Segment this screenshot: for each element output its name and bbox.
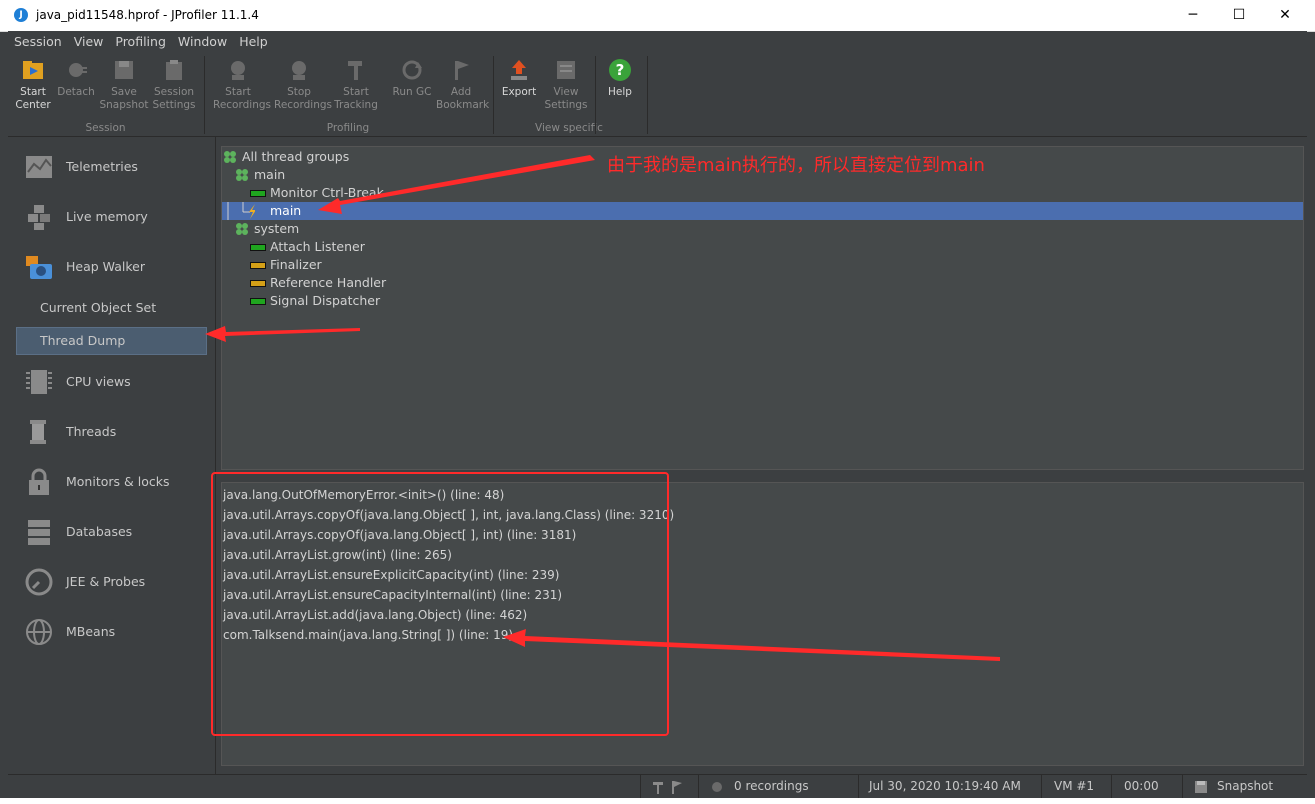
save-snapshot-button[interactable]: Save Snapshot	[99, 56, 149, 112]
split-pane-divider[interactable]	[221, 472, 1303, 480]
toolbar-separator	[204, 56, 205, 134]
cpu-chip-icon	[26, 370, 52, 394]
bookmark-icon	[455, 61, 469, 80]
status-separator	[640, 775, 641, 799]
sidebar-item-telemetries[interactable]: Telemetries	[8, 144, 215, 190]
session-settings-button[interactable]: Session Settings	[149, 56, 199, 112]
sidebar-item-mbeans[interactable]: MBeans	[8, 609, 215, 655]
start-tracking-button[interactable]: Start Tracking	[331, 56, 381, 112]
tree-node-main-thread[interactable]: main	[222, 202, 1303, 220]
view-settings-button[interactable]: View Settings	[541, 56, 591, 112]
thread-group-icon	[224, 151, 236, 163]
toolbar-separator	[647, 56, 648, 134]
thread-running-icon	[250, 298, 266, 305]
minimize-button[interactable]: ─	[1170, 0, 1216, 31]
detach-button[interactable]: Detach	[51, 56, 101, 99]
menu-window[interactable]: Window	[172, 31, 233, 49]
menu-bar: Session View Profiling Window Help	[8, 31, 1307, 52]
sidebar-item-current-object-set[interactable]: Current Object Set	[16, 295, 205, 321]
annotation-note: 由于我的是main执行的，所以直接定位到main	[607, 155, 985, 176]
status-separator	[1182, 775, 1183, 799]
elapsed-time: 00:00	[1124, 779, 1159, 793]
tree-connector-lightning-icon	[227, 202, 255, 220]
tree-node-monitor-ctrl-break[interactable]: Monitor Ctrl-Break	[222, 184, 1303, 202]
status-bar: 0 recordings Jul 30, 2020 10:19:40 AM VM…	[8, 774, 1307, 799]
toolbar-group-profiling: Profiling	[326, 122, 370, 134]
thread-running-icon	[250, 190, 266, 197]
tree-node-system-group[interactable]: system	[222, 220, 1303, 238]
export-button[interactable]: Export	[494, 56, 544, 99]
status-separator	[858, 775, 859, 799]
thread-waiting-icon	[250, 262, 266, 269]
sidebar-item-thread-dump[interactable]: Thread Dump	[16, 327, 207, 355]
toolbar: Start Center Detach Save Snapshot Session S…	[8, 52, 1307, 137]
view-settings-icon	[557, 61, 575, 79]
export-icon	[511, 60, 527, 80]
status-separator	[698, 775, 699, 799]
status-separator	[1041, 775, 1042, 799]
tree-node-signal-dispatcher[interactable]: Signal Dispatcher	[222, 292, 1303, 310]
database-icon	[28, 520, 50, 545]
recordings-count: 0 recordings	[734, 779, 809, 793]
menu-session[interactable]: Session	[8, 31, 68, 49]
thread-waiting-icon	[250, 280, 266, 287]
tracking-bookmark-status-icon	[653, 781, 682, 794]
svg-text:?: ?	[616, 61, 625, 79]
threads-spool-icon	[30, 420, 46, 444]
sidebar-item-cpu-views[interactable]: CPU views	[8, 359, 215, 405]
sidebar-item-databases[interactable]: Databases	[8, 509, 215, 555]
run-gc-button[interactable]: Run GC	[387, 56, 437, 99]
start-center-icon	[23, 61, 43, 79]
maximize-button[interactable]: ☐	[1216, 0, 1262, 31]
snapshot-icon	[1195, 781, 1207, 793]
start-recordings-icon	[231, 61, 245, 80]
tree-node-reference-handler[interactable]: Reference Handler	[222, 274, 1303, 292]
sidebar-item-threads[interactable]: Threads	[8, 409, 215, 455]
lock-icon	[29, 468, 49, 495]
toolbar-group-session: Session	[85, 122, 126, 134]
tree-node-finalizer[interactable]: Finalizer	[222, 256, 1303, 274]
menu-view[interactable]: View	[68, 31, 110, 49]
thread-tree-panel: All thread groups main Monitor Ctrl-Brea…	[221, 146, 1304, 470]
desktop-background-strip	[0, 798, 1315, 804]
gauge-icon	[25, 568, 53, 596]
jprofiler-app-icon: J	[14, 8, 28, 22]
live-memory-icon	[28, 205, 50, 230]
sidebar-item-monitors-locks[interactable]: Monitors & locks	[8, 459, 215, 505]
sidebar-item-live-memory[interactable]: Live memory	[8, 194, 215, 240]
sidebar-item-jee-probes[interactable]: JEE & Probes	[8, 559, 215, 605]
snapshot-datetime: Jul 30, 2020 10:19:40 AM	[869, 779, 1021, 793]
stack-trace-panel: java.lang.OutOfMemoryError.<init>() (lin…	[221, 482, 1304, 766]
status-separator	[1111, 775, 1112, 799]
plug-icon	[69, 63, 87, 77]
view-selector-sidebar: Telemetries Live memory Heap Walker Curr…	[8, 137, 216, 774]
stop-recordings-icon	[292, 61, 306, 80]
title-bar: J java_pid11548.hprof - JProfiler 11.1.4…	[0, 0, 1315, 32]
session-mode: Snapshot	[1217, 779, 1274, 793]
help-icon: ?	[609, 59, 631, 81]
stop-recordings-button[interactable]: Stop Recordings	[274, 56, 332, 112]
window-title: java_pid11548.hprof - JProfiler 11.1.4	[36, 8, 259, 22]
thread-running-icon	[250, 244, 266, 251]
vm-id: VM #1	[1054, 779, 1095, 793]
recycle-icon	[402, 60, 422, 80]
menu-profiling[interactable]: Profiling	[109, 31, 172, 49]
toolbar-group-view-specific: View specific	[535, 122, 603, 134]
thread-group-icon	[236, 169, 248, 181]
help-button[interactable]: ? Help	[595, 56, 645, 99]
save-icon	[115, 61, 133, 79]
recording-indicator-icon	[712, 782, 722, 792]
menu-help[interactable]: Help	[233, 31, 274, 49]
tree-node-attach-listener[interactable]: Attach Listener	[222, 238, 1303, 256]
thread-group-icon	[236, 223, 248, 235]
add-bookmark-button[interactable]: Add Bookmark	[436, 56, 489, 112]
settings-clipboard-icon	[166, 60, 182, 80]
start-recordings-button[interactable]: Start Recordings	[213, 56, 271, 112]
heap-walker-camera-icon	[26, 256, 52, 279]
tracking-icon	[348, 61, 362, 80]
close-button[interactable]: ✕	[1262, 0, 1308, 31]
globe-icon	[26, 619, 52, 645]
telemetries-icon	[26, 156, 52, 178]
sidebar-item-heap-walker[interactable]: Heap Walker	[8, 244, 215, 290]
